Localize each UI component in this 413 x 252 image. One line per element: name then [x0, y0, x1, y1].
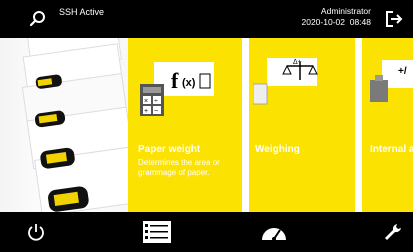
wrench-icon	[385, 224, 401, 240]
tile-title: Paper weight	[138, 144, 201, 155]
date-time: 2020-10-02 08:48	[302, 17, 372, 28]
user-info: Administrator 2020-10-02 08:48	[302, 6, 372, 28]
gauge-icon	[262, 228, 286, 241]
tile-separator	[242, 38, 249, 212]
gauge-button[interactable]	[261, 220, 287, 247]
tile-title: Weighing	[255, 144, 300, 155]
settings-button[interactable]	[383, 222, 403, 247]
logout-button[interactable]	[384, 10, 404, 28]
balance-icon: Δ+	[253, 58, 318, 105]
time: 08:48	[349, 17, 371, 27]
bottom-bar	[0, 212, 413, 252]
application-area: f (x) × ÷ + − Paper weight Determines th…	[0, 38, 413, 212]
tile-description: Determines the area or grammage of paper…	[138, 158, 220, 177]
power-icon	[28, 224, 44, 241]
logout-icon	[386, 11, 403, 27]
svg-text:−: −	[154, 108, 158, 115]
ssh-status: SSH Active	[59, 7, 105, 17]
task-list-icon	[143, 221, 171, 243]
paper-photo	[21, 38, 128, 212]
svg-text:f: f	[171, 68, 179, 93]
tile-title: Internal a	[370, 144, 413, 155]
svg-text:+/: +/	[398, 66, 407, 77]
svg-text:÷: ÷	[154, 98, 158, 105]
svg-text:Δ+: Δ+	[293, 59, 302, 66]
power-button[interactable]	[27, 222, 45, 247]
svg-text:+: +	[144, 108, 148, 115]
tile-internal-adjustment[interactable]: +/ Internal a	[362, 38, 413, 212]
weight-icon: +/	[370, 60, 413, 102]
tile-weighing[interactable]: Δ+ Weighing	[249, 38, 355, 212]
task-list-button[interactable]	[143, 221, 171, 248]
formula-icon: f (x) × ÷ + −	[140, 62, 214, 116]
svg-text:(x): (x)	[182, 77, 196, 89]
top-bar: SSH Active Administrator 2020-10-02 08:4…	[0, 0, 413, 38]
search-icon	[29, 11, 45, 27]
tile-paper-weight[interactable]: f (x) × ÷ + − Paper weight Determines th…	[128, 38, 242, 212]
paper-samples-image	[0, 38, 128, 212]
date: 2020-10-02	[301, 17, 345, 27]
svg-text:×: ×	[144, 98, 148, 105]
search-button[interactable]	[28, 9, 48, 29]
tile-separator	[355, 38, 362, 212]
user-name: Administrator	[320, 6, 371, 16]
